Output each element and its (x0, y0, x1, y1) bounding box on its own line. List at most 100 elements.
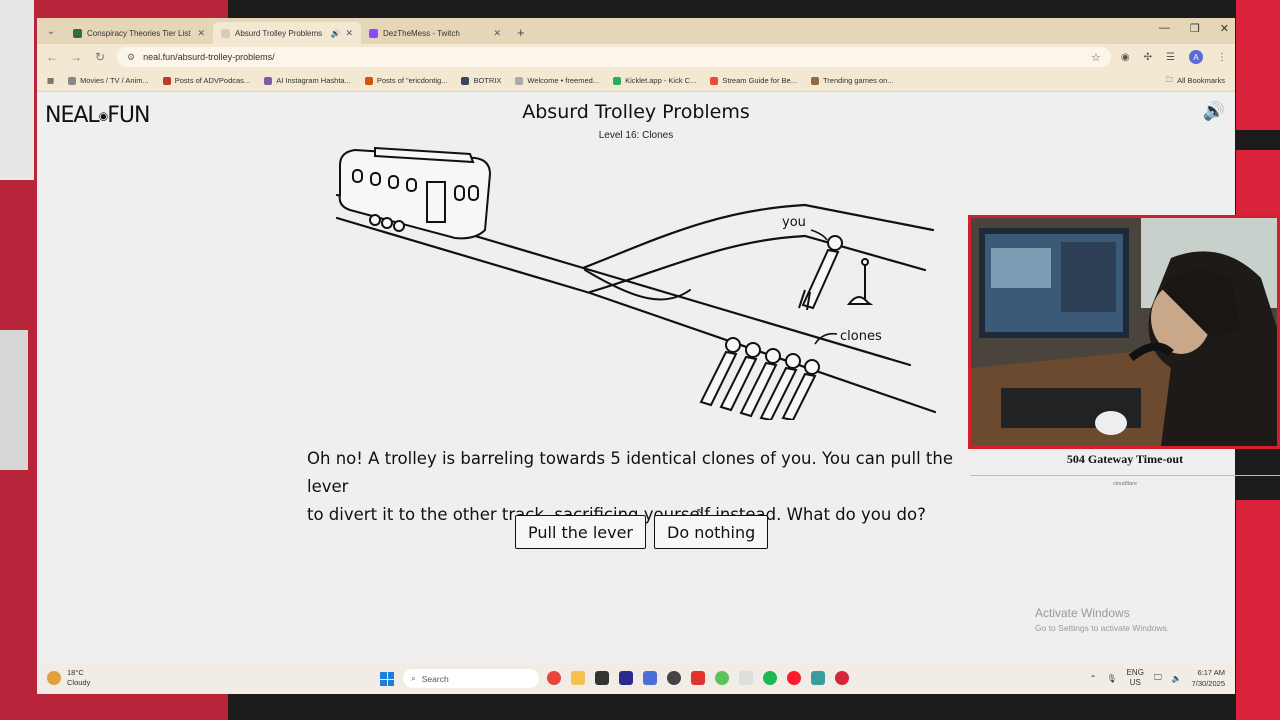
chevron-up-icon[interactable]: ⌃ (1090, 674, 1097, 683)
tab-conspiracy[interactable]: Conspiracy Theories Tier List (C ✕ (65, 22, 213, 44)
new-tab-button[interactable]: + (517, 25, 525, 40)
track-rail (581, 203, 935, 270)
windows-taskbar: 18°C Cloudy ⌕ Search ⌃ 🎙 ENG US 🖵 🔈 6:17… (37, 663, 1235, 694)
apps-grid-icon[interactable]: ▦ (47, 76, 54, 85)
browser-toolbar: ← → ↻ ⚙ neal.fun/absurd-trolley-problems… (37, 44, 1235, 70)
bookmark-item[interactable]: Posts of ADVPodcas... (162, 76, 250, 85)
site-info-icon[interactable]: ⚙ (127, 52, 135, 63)
page-title: Absurd Trolley Problems (522, 101, 750, 123)
tab-audio-icon[interactable]: 🔊 (330, 29, 340, 38)
minimize-icon[interactable]: — (1159, 22, 1170, 35)
spotify-app-icon[interactable] (763, 671, 777, 685)
all-bookmarks-button[interactable]: 🗀 All Bookmarks (1166, 74, 1225, 87)
do-nothing-button[interactable]: Do nothing (654, 515, 769, 549)
clones-label: clones (840, 329, 882, 344)
gateway-error-title: 504 Gateway Time-out (1066, 452, 1184, 466)
tab-twitch[interactable]: DezTheMess - Twitch ✕ (361, 22, 509, 44)
tab-absurd-trolley[interactable]: Absurd Trolley Problems 🔊 ✕ (213, 22, 361, 44)
back-arrow-icon[interactable]: ← (45, 50, 59, 64)
extensions-icon[interactable]: ✣ (1144, 52, 1152, 63)
bookmark-item[interactable]: AI Instagram Hashta... (264, 76, 351, 85)
divider (970, 475, 1280, 476)
bookmark-favicon-icon (515, 76, 524, 85)
reading-list-icon[interactable]: ☰ (1166, 52, 1175, 63)
close-window-icon[interactable]: ✕ (1220, 22, 1229, 35)
network-icon[interactable]: 🖵 (1154, 673, 1162, 683)
tab-favicon-icon (221, 28, 230, 38)
restore-icon[interactable]: ❐ (1190, 22, 1200, 35)
webcam-image (971, 218, 1277, 446)
clock[interactable]: 6:17 AM 7/30/2025 (1192, 667, 1225, 689)
window-controls: — ❐ ✕ (1159, 22, 1229, 35)
bookmark-item[interactable]: BOTRIX (461, 76, 501, 85)
bookmark-item[interactable]: Kicklet.app - Kick C... (613, 76, 696, 85)
weather-widget[interactable]: 18°C Cloudy (47, 668, 90, 688)
url-text: neal.fun/absurd-trolley-problems/ (143, 52, 275, 62)
folder-icon: 🗀 (1165, 75, 1174, 84)
you-label: you (782, 215, 806, 230)
close-tab-icon[interactable]: ✕ (197, 28, 205, 39)
chrome-app-icon[interactable] (547, 671, 561, 685)
bookmark-favicon-icon (364, 76, 373, 85)
bookmark-item[interactable]: Trending games on... (810, 76, 894, 85)
gateway-error-footer: cloudflare (1113, 481, 1137, 487)
menu-kebab-icon[interactable]: ⋮ (1217, 52, 1227, 63)
obs-app-icon[interactable] (667, 671, 681, 685)
tab-favicon-icon (369, 28, 378, 38)
forward-arrow-icon[interactable]: → (69, 50, 83, 64)
file-explorer-icon[interactable] (571, 671, 585, 685)
bookmark-favicon-icon (613, 76, 622, 85)
bookmark-favicon-icon (68, 76, 77, 85)
bookmark-favicon-icon (810, 76, 819, 85)
close-tab-icon[interactable]: ✕ (493, 28, 501, 39)
mouse-cursor-icon: ↖ (696, 507, 705, 518)
pull-lever-button[interactable]: Pull the lever (515, 515, 647, 549)
system-tray: ⌃ 🎙 ENG US 🖵 🔈 6:17 AM 7/30/2025 (1090, 667, 1225, 689)
webcam-feed (968, 215, 1280, 449)
bookmark-item[interactable]: Welcome • freemed... (515, 76, 599, 85)
bookmarks-bar: ▦ Movies / TV / Anim... Posts of ADVPodc… (37, 70, 1235, 92)
tab-search-button[interactable]: ⌄ (41, 21, 61, 41)
trolley-illustration: you clones (335, 146, 937, 420)
record-app-icon[interactable] (835, 671, 849, 685)
search-icon: ⌕ (411, 673, 416, 683)
microphone-icon[interactable]: 🎙 (1106, 674, 1116, 683)
bookmark-item[interactable]: Stream Guide for Be... (710, 76, 797, 85)
taskbar-search[interactable]: ⌕ Search (403, 669, 539, 688)
notes-app-icon[interactable] (811, 671, 825, 685)
reload-icon[interactable]: ↻ (93, 50, 107, 64)
you-figure (798, 235, 843, 311)
bookmark-favicon-icon (162, 76, 171, 85)
profile-avatar[interactable]: A (1189, 50, 1203, 64)
toolbar-icons: ◉ ✣ ☰ A ⋮ (1121, 50, 1227, 64)
cast-icon[interactable]: ◉ (1121, 52, 1130, 63)
sound-toggle-icon[interactable]: 🔊 (1203, 101, 1225, 122)
tab-title: Conspiracy Theories Tier List (C (87, 28, 193, 38)
tab-title: DezTheMess - Twitch (383, 28, 460, 38)
bookmark-favicon-icon (710, 76, 719, 85)
activate-windows-watermark: Activate Windows Go to Settings to activ… (1035, 606, 1170, 633)
question-line: Oh no! A trolley is barreling towards 5 … (307, 449, 953, 496)
premiere-app-icon[interactable] (619, 671, 633, 685)
close-tab-icon[interactable]: ✕ (345, 28, 353, 39)
text-app-icon[interactable] (691, 671, 705, 685)
play-app-icon[interactable] (715, 671, 729, 685)
start-windows-icon[interactable] (380, 672, 394, 686)
choice-buttons: Pull the lever Do nothing (515, 515, 769, 549)
opera-app-icon[interactable] (787, 671, 801, 685)
bookmark-favicon-icon (264, 76, 273, 85)
volume-icon[interactable]: 🔈 (1172, 674, 1182, 683)
bookmark-item[interactable]: Posts of "ericdontig... (364, 76, 447, 85)
tab-favicon-icon (73, 28, 82, 38)
tab-title: Absurd Trolley Problems (235, 28, 323, 38)
monitor-app-icon[interactable] (643, 671, 657, 685)
generic-app-icon[interactable] (739, 671, 753, 685)
address-bar[interactable]: ⚙ neal.fun/absurd-trolley-problems/ ☆ (117, 47, 1111, 67)
language-indicator[interactable]: ENG US (1127, 668, 1144, 688)
bookmark-star-icon[interactable]: ☆ (1091, 51, 1101, 64)
bookmark-item[interactable]: Movies / TV / Anim... (68, 76, 149, 85)
tab-strip: ⌄ Conspiracy Theories Tier List (C ✕ Abs… (37, 18, 1235, 44)
lever (846, 258, 874, 305)
clone-figures (699, 337, 820, 420)
clapper-app-icon[interactable] (595, 671, 609, 685)
